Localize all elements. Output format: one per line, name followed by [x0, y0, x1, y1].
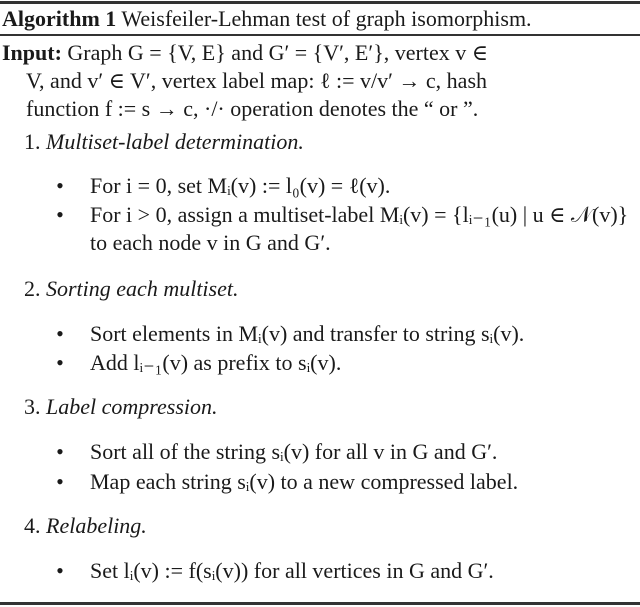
bullet-icon: •	[56, 469, 64, 494]
top-rule	[0, 1, 640, 4]
step-heading: 1. Multiset-label determination.	[24, 129, 304, 154]
bullet-icon: •	[56, 202, 64, 227]
algorithm-label: Algorithm 1	[2, 6, 117, 31]
input-line: Input: Graph G = {V, E} and G′ = {V′, E′…	[2, 40, 488, 65]
algorithm-caption: Weisfeiler-Lehman test of graph isomorph…	[121, 6, 532, 31]
input-line: function f := s → c, ·/· operation denot…	[26, 96, 479, 121]
input-block: Input: Graph G = {V, E} and G′ = {V′, E′…	[2, 39, 636, 123]
input-line: V, and v′ ∈ V′, vertex label map: ℓ := v…	[26, 68, 488, 93]
input-label: Input:	[2, 40, 62, 65]
bullet-icon: •	[56, 558, 64, 583]
step-heading: 3. Label compression.	[24, 394, 218, 419]
title-rule	[0, 34, 640, 36]
bullet-icon: •	[56, 321, 64, 346]
bottom-rule	[0, 602, 640, 605]
step-heading: 4. Relabeling.	[24, 513, 147, 538]
step-heading: 2. Sorting each multiset.	[24, 276, 239, 301]
algorithm-title: Algorithm 1 Weisfeiler-Lehman test of gr…	[2, 5, 532, 33]
bullet-icon: •	[56, 439, 64, 464]
bullet-icon: •	[56, 173, 64, 198]
bullet-icon: •	[56, 350, 64, 375]
